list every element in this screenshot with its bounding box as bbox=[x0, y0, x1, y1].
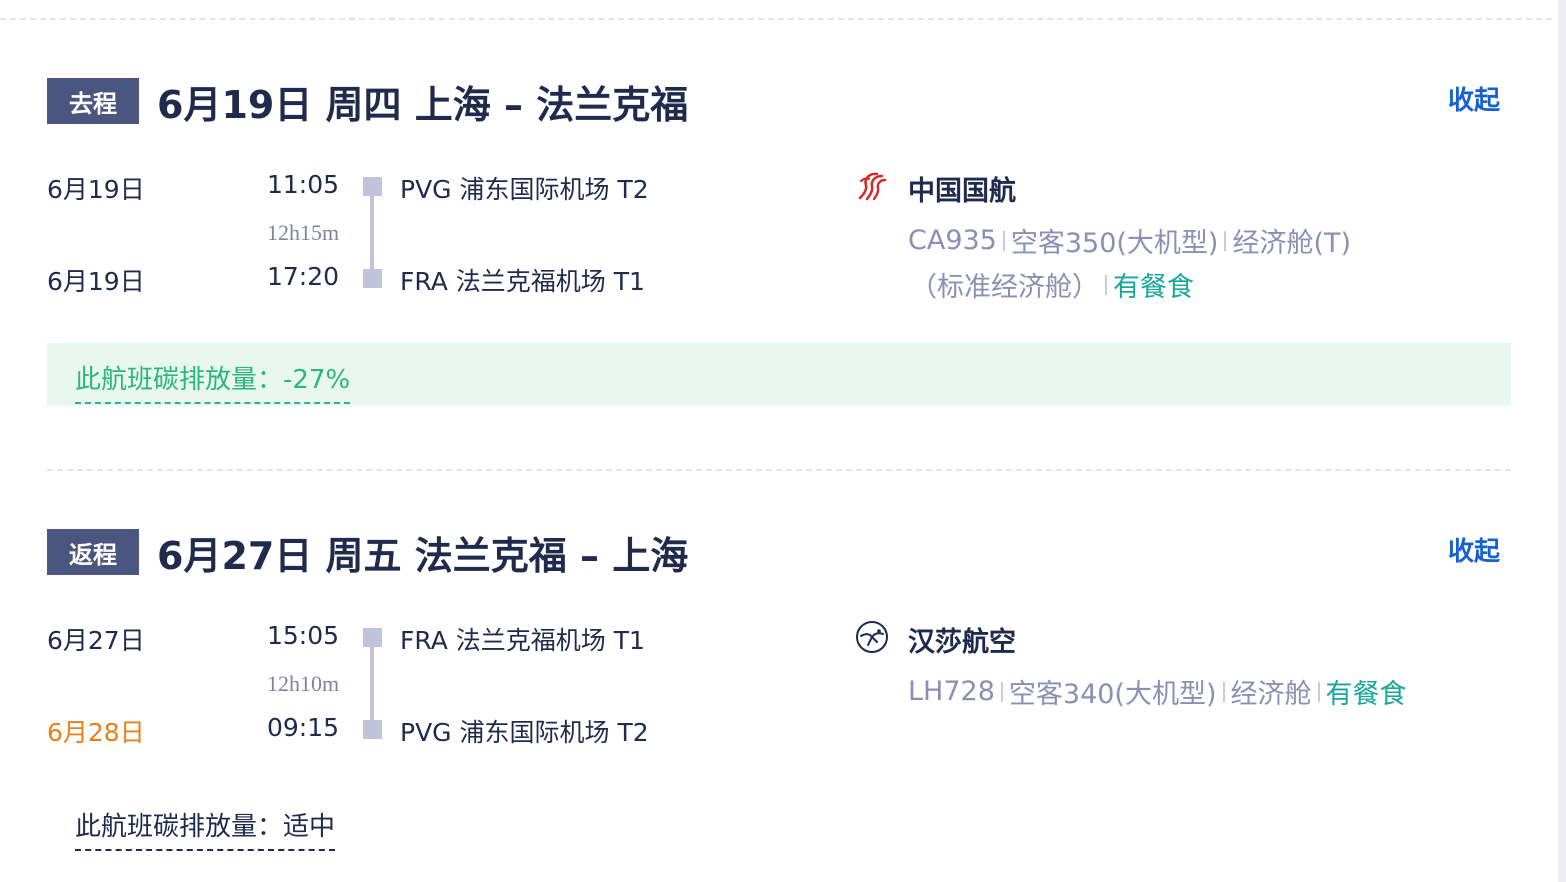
inbound-arrival-airport: PVG 浦东国际机场 T2 bbox=[400, 718, 649, 747]
outbound-duration: 12h15m bbox=[267, 220, 340, 245]
inbound-timeline-start-dot bbox=[363, 628, 382, 647]
outbound-flight-details: CA935 空客350(大机型) 经济舱(T) bbox=[908, 221, 1351, 260]
section-divider bbox=[47, 469, 1511, 471]
outbound-carbon-emission[interactable]: 此航班碳排放量：-27% bbox=[75, 359, 351, 404]
lufthansa-crane-icon bbox=[856, 621, 888, 653]
inbound-duration: 12h10m bbox=[267, 671, 340, 696]
air-china-phoenix-icon bbox=[858, 172, 887, 201]
inbound-flight-number: LH728 bbox=[908, 676, 995, 707]
separator bbox=[1317, 681, 1320, 702]
inbound-header: 返程 6月27日 周五 法兰克福 – 上海 bbox=[47, 529, 688, 578]
outbound-tag: 去程 bbox=[47, 78, 139, 124]
inbound-departure-time: 15:05 bbox=[267, 621, 340, 650]
inbound-departure-date: 6月27日 bbox=[47, 626, 145, 655]
outbound-header: 去程 6月19日 周四 上海 – 法兰克福 bbox=[47, 78, 688, 127]
outbound-cabin: 经济舱(T) bbox=[1232, 228, 1352, 259]
outbound-airline-name: 中国国航 bbox=[908, 176, 1016, 207]
outbound-arrival-time: 17:20 bbox=[267, 262, 340, 291]
inbound-departure-airport: FRA 法兰克福机场 T1 bbox=[400, 626, 645, 655]
top-divider bbox=[0, 18, 1552, 20]
outbound-departure-time: 11:05 bbox=[267, 170, 340, 199]
inbound-meal: 有餐食 bbox=[1325, 679, 1407, 710]
inbound-cabin: 经济舱 bbox=[1230, 679, 1312, 710]
outbound-departure-airport: PVG 浦东国际机场 T2 bbox=[400, 175, 649, 204]
outbound-timeline bbox=[370, 186, 374, 280]
outbound-collapse-button[interactable]: 收起 bbox=[1448, 80, 1500, 117]
separator bbox=[1000, 681, 1003, 702]
inbound-airline-name: 汉莎航空 bbox=[908, 627, 1016, 658]
outbound-cabin-detail: （标准经济舱） bbox=[910, 272, 1099, 303]
inbound-collapse-button[interactable]: 收起 bbox=[1448, 531, 1500, 568]
inbound-tag: 返程 bbox=[47, 529, 139, 575]
separator bbox=[1222, 681, 1225, 702]
inbound-flight-details: LH728 空客340(大机型) 经济舱 有餐食 bbox=[908, 672, 1407, 711]
outbound-arrival-airport: FRA 法兰克福机场 T1 bbox=[400, 267, 645, 296]
separator bbox=[1002, 230, 1005, 251]
inbound-arrival-time: 09:15 bbox=[267, 713, 340, 742]
outbound-meal: 有餐食 bbox=[1113, 272, 1194, 303]
outbound-arrival-date: 6月19日 bbox=[47, 267, 145, 296]
outbound-aircraft: 空客350(大机型) bbox=[1010, 228, 1219, 259]
inbound-timeline bbox=[370, 637, 374, 731]
inbound-aircraft: 空客340(大机型) bbox=[1008, 679, 1217, 710]
separator bbox=[1224, 230, 1227, 251]
outbound-title: 6月19日 周四 上海 – 法兰克福 bbox=[157, 82, 689, 127]
scrollbar-track[interactable] bbox=[1558, 0, 1566, 882]
separator bbox=[1105, 274, 1107, 295]
outbound-departure-date: 6月19日 bbox=[47, 175, 145, 204]
inbound-arrival-date: 6月28日 bbox=[47, 718, 145, 747]
outbound-flight-details-2: （标准经济舱） 有餐食 bbox=[910, 265, 1194, 304]
flight-itinerary-page: 去程 6月19日 周四 上海 – 法兰克福 收起 6月19日 11:05 PVG… bbox=[0, 0, 1566, 882]
inbound-timeline-end-dot bbox=[363, 720, 382, 739]
inbound-carbon-emission[interactable]: 此航班碳排放量：适中 bbox=[75, 806, 336, 851]
inbound-title: 6月27日 周五 法兰克福 – 上海 bbox=[157, 533, 689, 578]
outbound-flight-number: CA935 bbox=[908, 225, 997, 256]
outbound-timeline-start-dot bbox=[363, 177, 382, 196]
outbound-timeline-end-dot bbox=[363, 269, 382, 288]
